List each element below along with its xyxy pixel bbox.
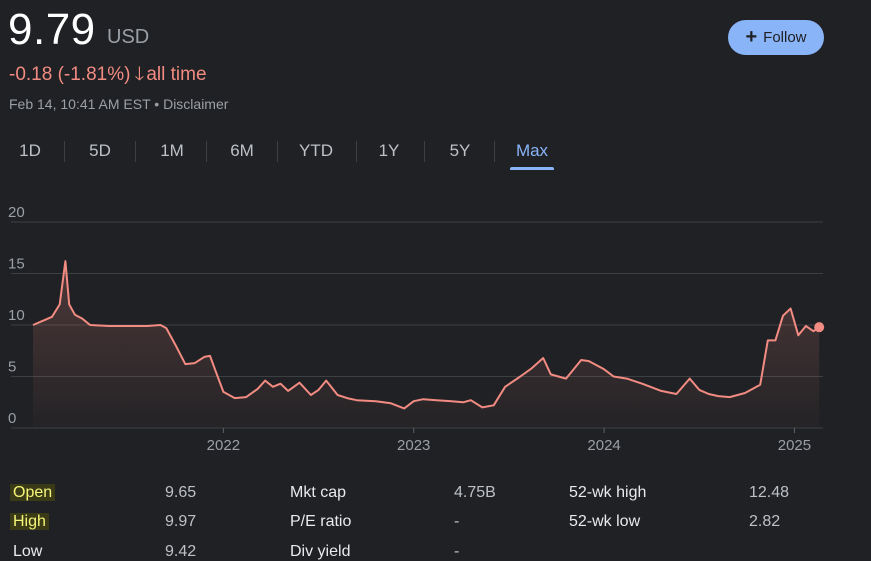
- tab-divider: [424, 141, 425, 162]
- plus-icon: +: [745, 25, 758, 48]
- x-tick-label: 2025: [778, 437, 811, 454]
- y-tick-label: 15: [8, 256, 25, 273]
- price-change: -0.18 (-1.81%) 🡓 all time: [9, 60, 207, 92]
- stat-52wk-high-value: 12.48: [749, 484, 790, 501]
- stat-open-label: Open: [10, 484, 56, 501]
- stat-mktcap-value: 4.75B: [454, 484, 496, 501]
- currency-label: USD: [107, 26, 150, 48]
- change-value: -0.18 (-1.81%): [9, 64, 131, 85]
- stat-high-label: High: [10, 513, 49, 530]
- stat-divyield-value: -: [454, 543, 460, 560]
- stat-pe-value: -: [454, 513, 460, 530]
- stat-low-label: Low: [13, 543, 43, 560]
- range-tabs: 1D 5D 1M 6M YTD 1Y 5Y Max: [0, 132, 871, 172]
- stat-divyield-label: Div yield: [290, 543, 351, 560]
- y-tick-label: 0: [8, 410, 16, 427]
- y-tick-label: 20: [8, 204, 25, 221]
- stat-low-value: 9.42: [165, 543, 197, 560]
- meta-separator: •: [154, 96, 160, 112]
- series-area: [33, 261, 820, 428]
- tab-1y[interactable]: 1Y: [373, 132, 405, 170]
- tab-1m[interactable]: 1M: [154, 132, 190, 170]
- current-price-dot[interactable]: [814, 322, 825, 333]
- arrow-down-icon: 🡓: [134, 64, 145, 85]
- tab-divider: [494, 141, 495, 162]
- x-tick-label: 2024: [587, 437, 620, 454]
- stat-pe-label: P/E ratio: [290, 513, 352, 530]
- tab-max[interactable]: Max: [510, 132, 554, 170]
- y-tick-label: 5: [8, 359, 16, 376]
- y-tick-label: 10: [8, 307, 25, 324]
- tab-5d[interactable]: 5D: [82, 132, 118, 170]
- tab-divider: [356, 141, 357, 162]
- stat-mktcap-label: Mkt cap: [290, 484, 347, 501]
- change-period: all time: [146, 64, 207, 85]
- stat-52wk-low-value: 2.82: [749, 513, 781, 530]
- tab-divider: [64, 141, 65, 162]
- stock-price: 9.79: [8, 5, 96, 54]
- follow-label: Follow: [763, 29, 807, 46]
- tab-divider: [277, 141, 278, 162]
- x-tick-label: 2023: [397, 437, 430, 454]
- key-stats: Open 9.65 High 9.97 Low 9.42 Mkt cap 4.7…: [0, 470, 871, 561]
- tab-divider: [135, 141, 136, 162]
- stat-52wk-low-label: 52-wk low: [569, 513, 641, 530]
- stat-open-value: 9.65: [165, 484, 197, 501]
- quote-timestamp: Feb 14, 10:41 AM EST: [9, 96, 151, 112]
- tab-divider: [206, 141, 207, 162]
- tab-5y[interactable]: 5Y: [444, 132, 476, 170]
- stat-52wk-high-label: 52-wk high: [569, 484, 647, 501]
- quote-meta: Feb 14, 10:41 AM EST • Disclaimer: [9, 96, 228, 112]
- tab-ytd[interactable]: YTD: [293, 132, 339, 170]
- x-tick-label: 2022: [207, 437, 240, 454]
- tab-6m[interactable]: 6M: [224, 132, 260, 170]
- stat-high-value: 9.97: [165, 513, 197, 530]
- tab-1d[interactable]: 1D: [12, 132, 48, 170]
- price-chart[interactable]: 0 5 10 15 20 2022 2023 2024 2025: [0, 200, 871, 465]
- follow-button[interactable]: + Follow: [728, 20, 824, 55]
- disclaimer-link[interactable]: Disclaimer: [163, 96, 228, 112]
